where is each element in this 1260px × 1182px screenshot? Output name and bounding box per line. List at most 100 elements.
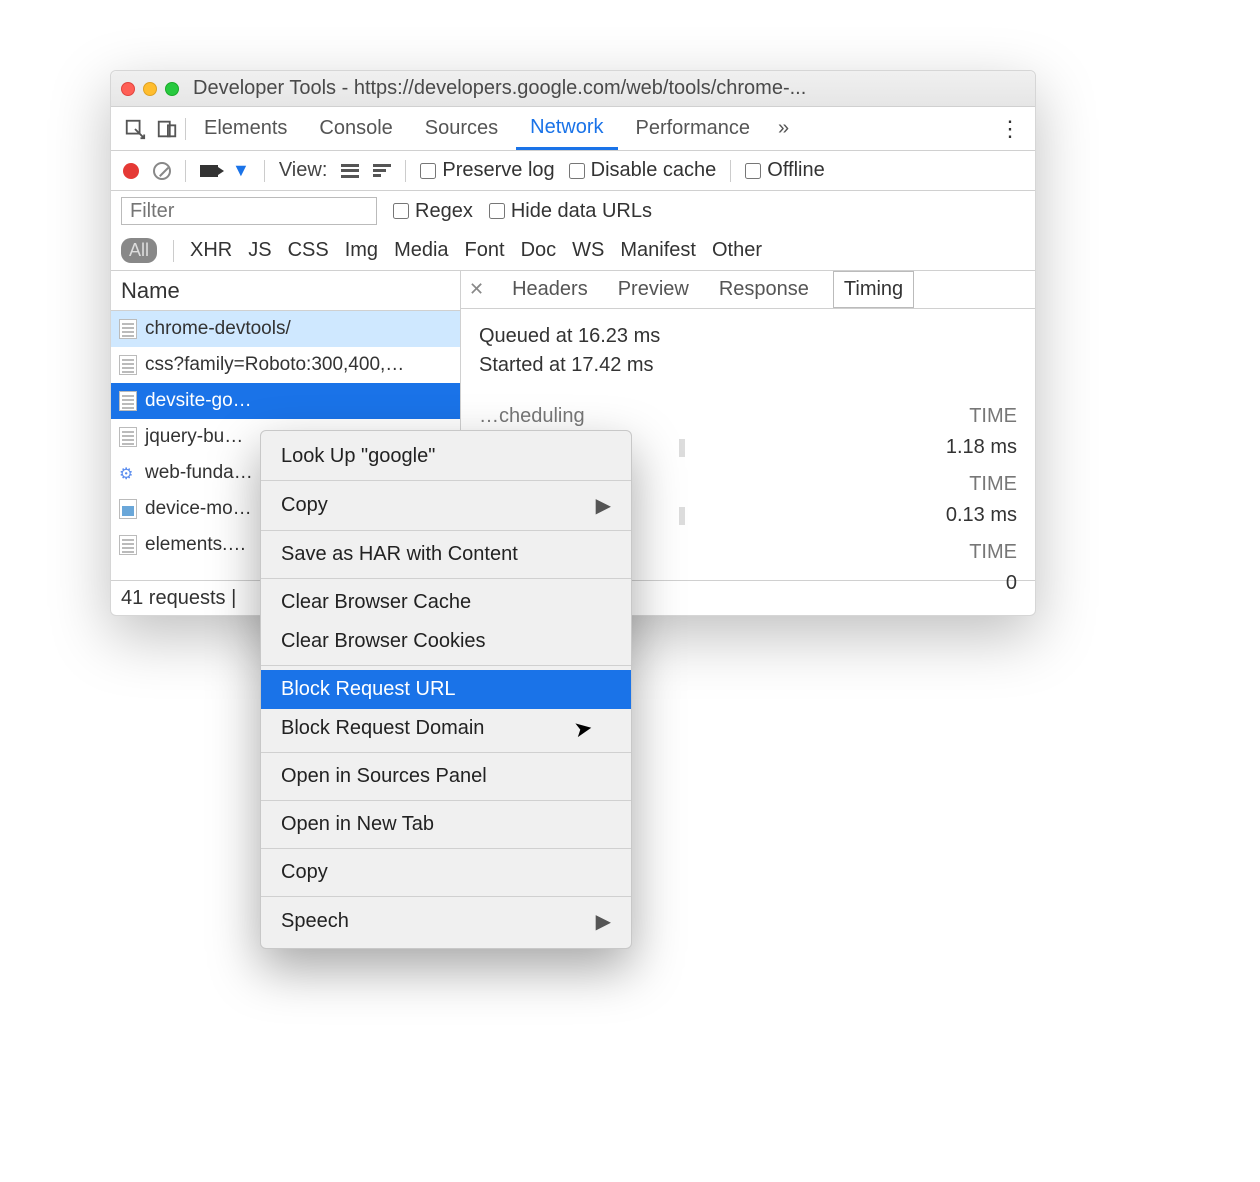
gear-file-icon [119, 463, 137, 483]
menu-kebab-icon[interactable]: ⋮ [995, 116, 1025, 142]
window-minimize-icon[interactable] [143, 82, 157, 96]
menu-item[interactable]: Look Up "google" [261, 437, 631, 476]
preserve-log-label: Preserve log [442, 159, 554, 182]
menu-item-label: Clear Browser Cookies [281, 630, 486, 653]
request-name: devsite-go… [145, 390, 252, 412]
time-header: TIME [969, 405, 1017, 428]
type-doc[interactable]: Doc [521, 239, 557, 262]
regex-label: Regex [415, 200, 473, 223]
detail-tab-headers[interactable]: Headers [506, 274, 594, 305]
menu-item-label: Block Request URL [281, 678, 456, 701]
disable-cache-checkbox[interactable]: Disable cache [569, 159, 717, 182]
regex-checkbox[interactable]: Regex [393, 200, 473, 223]
screenshot-icon[interactable] [200, 165, 218, 177]
menu-item[interactable]: Save as HAR with Content [261, 535, 631, 574]
menu-item-label: Look Up "google" [281, 445, 435, 468]
menu-item-label: Open in New Tab [281, 813, 434, 836]
time-header: TIME [969, 473, 1017, 496]
type-img[interactable]: Img [345, 239, 378, 262]
menu-item-label: Copy [281, 494, 328, 517]
type-css[interactable]: CSS [288, 239, 329, 262]
image-file-icon [119, 499, 137, 519]
preserve-log-checkbox[interactable]: Preserve log [420, 159, 554, 182]
menu-item-label: Save as HAR with Content [281, 543, 518, 566]
menu-separator [261, 480, 631, 481]
close-detail-icon[interactable]: ✕ [469, 279, 488, 300]
menu-item[interactable]: Speech▶ [261, 901, 631, 942]
request-name: device-mo… [145, 498, 252, 520]
menu-item-label: Copy [281, 861, 328, 884]
type-ws[interactable]: WS [572, 239, 604, 262]
type-js[interactable]: JS [248, 239, 271, 262]
column-header-name[interactable]: Name [111, 271, 460, 311]
timing-value: 1.18 ms [946, 436, 1017, 459]
menu-item-label: Block Request Domain [281, 717, 484, 740]
window-close-icon[interactable] [121, 82, 135, 96]
detail-tabs: ✕ Headers Preview Response Timing [461, 271, 1035, 309]
started-label: Started at 17.42 ms [479, 354, 1017, 377]
network-toolbar: ▼ View: Preserve log Disable cache Offli… [111, 151, 1035, 191]
menu-item[interactable]: Copy [261, 853, 631, 892]
separator [405, 160, 406, 182]
menu-separator [261, 752, 631, 753]
request-row[interactable]: css?family=Roboto:300,400,… [111, 347, 460, 383]
menu-item[interactable]: Block Request URL [261, 670, 631, 709]
request-name: elements.… [145, 534, 246, 556]
type-other[interactable]: Other [712, 239, 762, 262]
filter-input[interactable] [121, 197, 377, 225]
window-title: Developer Tools - https://developers.goo… [193, 77, 806, 100]
detail-tab-timing[interactable]: Timing [833, 271, 914, 308]
detail-tab-response[interactable]: Response [713, 274, 815, 305]
tab-performance[interactable]: Performance [622, 109, 765, 148]
timing-bar [679, 507, 685, 525]
tabs-overflow-icon[interactable]: » [768, 117, 799, 140]
type-xhr[interactable]: XHR [190, 239, 232, 262]
tab-sources[interactable]: Sources [411, 109, 512, 148]
menu-item[interactable]: Open in Sources Panel [261, 757, 631, 796]
detail-tab-preview[interactable]: Preview [612, 274, 695, 305]
record-icon[interactable] [123, 163, 139, 179]
menu-item-label: Open in Sources Panel [281, 765, 487, 788]
request-name: jquery-bu… [145, 426, 243, 448]
menu-separator [261, 800, 631, 801]
inspect-icon[interactable] [121, 117, 149, 141]
type-all[interactable]: All [121, 238, 157, 263]
device-toggle-icon[interactable] [153, 117, 181, 141]
filter-icon[interactable]: ▼ [232, 160, 250, 181]
menu-separator [261, 896, 631, 897]
file-icon [119, 391, 137, 411]
hide-data-urls-checkbox[interactable]: Hide data URLs [489, 200, 652, 223]
tab-elements[interactable]: Elements [190, 109, 301, 148]
request-row-selected[interactable]: devsite-go… [111, 383, 460, 419]
timing-bar [679, 439, 685, 457]
view-waterfall-icon[interactable] [373, 164, 391, 178]
clear-icon[interactable] [153, 162, 171, 180]
context-menu: Look Up "google" Copy▶ Save as HAR with Co… [260, 430, 632, 949]
type-font[interactable]: Font [465, 239, 505, 262]
menu-separator [261, 848, 631, 849]
time-header: TIME [969, 541, 1017, 564]
timing-value: 0 [1006, 572, 1017, 595]
type-media[interactable]: Media [394, 239, 448, 262]
menu-item[interactable]: Copy▶ [261, 485, 631, 526]
view-large-icon[interactable] [341, 164, 359, 178]
offline-checkbox[interactable]: Offline [745, 159, 824, 182]
menu-separator [261, 578, 631, 579]
type-manifest[interactable]: Manifest [620, 239, 696, 262]
file-icon [119, 535, 137, 555]
tab-console[interactable]: Console [305, 109, 406, 148]
separator [185, 160, 186, 182]
timing-panel: Queued at 16.23 ms Started at 17.42 ms [461, 309, 1035, 391]
menu-item[interactable]: Open in New Tab [261, 805, 631, 844]
tab-network[interactable]: Network [516, 108, 617, 150]
hide-data-urls-label: Hide data URLs [511, 200, 652, 223]
menu-item[interactable]: Clear Browser Cookies [261, 622, 631, 661]
window-zoom-icon[interactable] [165, 82, 179, 96]
menu-item[interactable]: Clear Browser Cache [261, 583, 631, 622]
request-name: chrome-devtools/ [145, 318, 291, 340]
request-row[interactable]: chrome-devtools/ [111, 311, 460, 347]
separator [173, 240, 174, 262]
request-name: css?family=Roboto:300,400,… [145, 354, 404, 376]
timing-value: 0.13 ms [946, 504, 1017, 527]
request-count: 41 requests | [121, 587, 236, 610]
